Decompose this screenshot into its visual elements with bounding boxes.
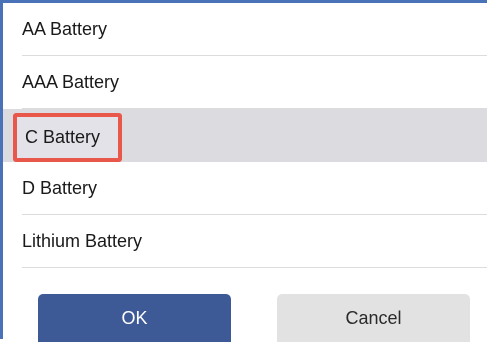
dialog-button-bar: OK Cancel: [3, 294, 487, 342]
ok-button-label: OK: [121, 307, 148, 328]
option-aa-battery[interactable]: AA Battery: [3, 3, 487, 56]
option-d-battery[interactable]: D Battery: [3, 162, 487, 215]
option-lithium-battery[interactable]: Lithium Battery: [3, 215, 487, 268]
cancel-button[interactable]: Cancel: [277, 294, 470, 342]
selected-option-highlight[interactable]: C Battery: [13, 113, 122, 162]
row-divider: [22, 267, 487, 268]
highlight-label: C Battery: [25, 127, 101, 147]
option-label: D Battery: [22, 178, 98, 198]
option-label: Lithium Battery: [22, 231, 143, 251]
battery-picker-dialog: AA Battery AAA Battery C Battery D Batte…: [0, 0, 487, 342]
option-label: AA Battery: [22, 19, 108, 39]
ok-button[interactable]: OK: [38, 294, 231, 342]
cancel-button-label: Cancel: [345, 307, 402, 328]
option-label: AAA Battery: [22, 72, 120, 92]
option-aaa-battery[interactable]: AAA Battery: [3, 56, 487, 109]
